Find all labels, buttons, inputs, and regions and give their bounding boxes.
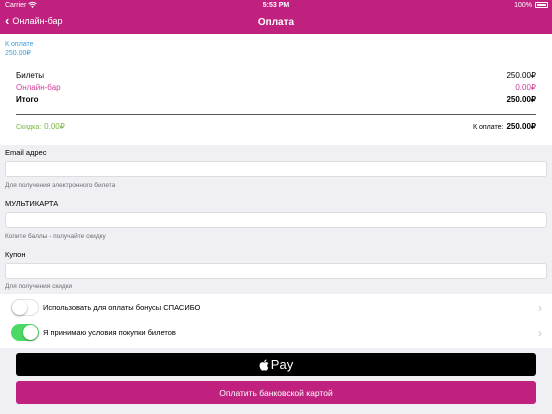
- apple-logo-icon: [259, 358, 269, 371]
- battery-icon: [535, 2, 548, 8]
- spasibo-bonus-switch[interactable]: [11, 299, 39, 316]
- toggle-label: Я принимаю условия покупки билетов: [43, 328, 176, 337]
- row-label: Онлайн-бар: [16, 83, 61, 92]
- apple-pay-label: Pay: [270, 357, 294, 372]
- order-summary: К оплате 250.00₽ Билеты 250.00₽ Онлайн-б…: [0, 34, 552, 145]
- pay-by-card-label: Оплатить банковской картой: [219, 387, 333, 398]
- row-value: 250.00₽: [506, 95, 536, 104]
- page-title: Оплата: [257, 17, 295, 28]
- switch-knob: [23, 325, 38, 340]
- topay-value: 250.00₽: [5, 50, 31, 57]
- battery-percent: 100%: [514, 2, 532, 9]
- total-to-pay: К оплате: 250.00₽: [473, 122, 536, 131]
- coupon-field[interactable]: [5, 263, 547, 279]
- toggle-label: Использовать для оплаты бонусы СПАСИБО: [43, 303, 201, 312]
- nav-bar: ‹ Онлайн-бар Оплата: [0, 13, 552, 34]
- multicard-hint: Копите баллы - получайте скидку: [5, 233, 106, 240]
- summary-row-total: Итого 250.00₽: [16, 95, 536, 104]
- terms-row[interactable]: Я принимаю условия покупки билетов ›: [0, 319, 552, 346]
- discount-label: Скидка:: [16, 124, 42, 131]
- apple-pay-button[interactable]: Pay: [16, 353, 536, 376]
- multicard-field[interactable]: [5, 212, 547, 228]
- topay-header: К оплате 250.00₽: [5, 40, 34, 58]
- spasibo-bonus-row[interactable]: Использовать для оплаты бонусы СПАСИБО ›: [0, 294, 552, 321]
- chevron-right-icon: ›: [538, 300, 542, 315]
- discount-value: 0.00₽: [44, 122, 65, 131]
- coupon-label: Купон: [5, 250, 26, 259]
- row-label: Итого: [16, 95, 39, 104]
- summary-row-tickets: Билеты 250.00₽: [16, 71, 536, 80]
- pay-by-card-button[interactable]: Оплатить банковской картой: [16, 381, 536, 404]
- switch-knob: [12, 300, 27, 315]
- terms-switch[interactable]: [11, 324, 39, 341]
- total-label: К оплате:: [472, 124, 504, 131]
- status-time: 5:53 PM: [262, 2, 290, 9]
- multicard-label: МУЛЬТИКАРТА: [5, 199, 59, 208]
- row-value: 0.00₽: [515, 83, 536, 92]
- summary-divider: [16, 114, 536, 115]
- row-value: 250.00₽: [506, 71, 536, 80]
- total-value: 250.00₽: [506, 122, 536, 131]
- status-bar: Carrier 5:53 PM 100%: [0, 0, 552, 12]
- email-label: Email адрес: [5, 148, 47, 157]
- discount: Скидка: 0.00₽: [16, 122, 65, 131]
- chevron-right-icon: ›: [538, 325, 542, 340]
- summary-row-online-bar: Онлайн-бар 0.00₽: [16, 83, 536, 92]
- header: Carrier 5:53 PM 100% ‹ Онлайн-бар Оплата: [0, 0, 552, 34]
- row-label: Билеты: [16, 71, 44, 80]
- options-list: Использовать для оплаты бонусы СПАСИБО ›…: [0, 294, 552, 348]
- topay-label: К оплате: [5, 41, 34, 48]
- coupon-hint: Для получения скидки: [5, 283, 73, 290]
- email-hint: Для получения электронного билета: [5, 182, 116, 189]
- email-field[interactable]: [5, 161, 547, 177]
